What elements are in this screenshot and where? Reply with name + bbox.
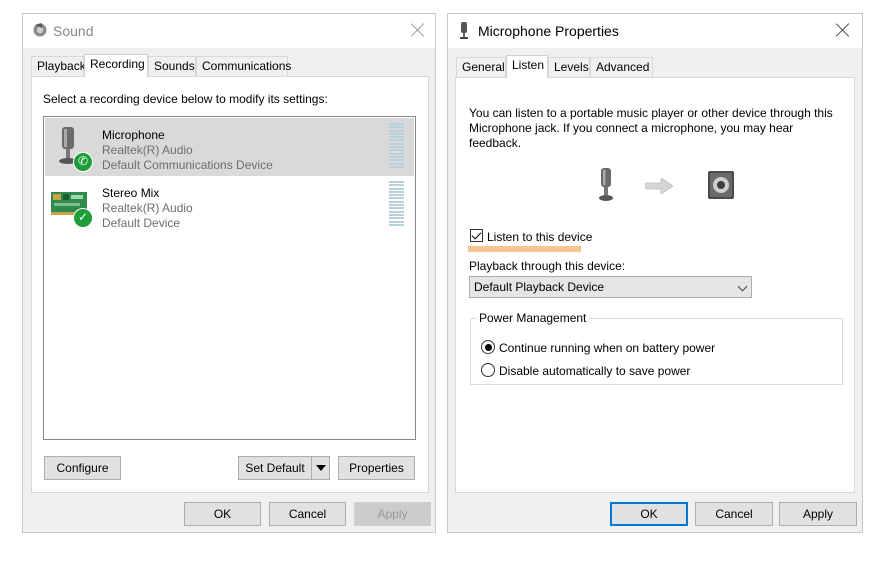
apply-button: Apply	[354, 502, 431, 526]
tab-levels[interactable]: Levels	[548, 57, 590, 77]
speaker-icon	[708, 171, 734, 199]
listen-panel: You can listen to a portable music playe…	[455, 77, 855, 493]
sound-window: Sound Playback Recording Sounds Communic…	[22, 13, 436, 533]
playback-selected-value: Default Playback Device	[474, 280, 605, 294]
set-default-button[interactable]: Set Default	[238, 456, 312, 480]
configure-button[interactable]: Configure	[44, 456, 121, 480]
device-name: Microphone	[102, 128, 165, 142]
sound-close-button[interactable]	[406, 18, 430, 42]
highlight-underline	[468, 246, 581, 252]
chevron-down-icon	[737, 281, 748, 292]
playback-label: Playback through this device:	[469, 259, 626, 273]
device-driver: Realtek(R) Audio	[102, 201, 193, 215]
power-management-group: Power Management Continue running when o…	[470, 311, 843, 385]
tab-playback[interactable]: Playback	[31, 56, 86, 76]
list-item-microphone[interactable]: ✆ Microphone Realtek(R) Audio Default Co…	[45, 118, 414, 176]
level-meter	[389, 123, 404, 169]
disable-automatically-radio[interactable]	[481, 363, 495, 377]
level-meter	[389, 181, 404, 227]
apply-button[interactable]: Apply	[779, 502, 857, 526]
mic-close-button[interactable]	[831, 18, 855, 42]
cancel-button[interactable]: Cancel	[695, 502, 773, 526]
playback-device-select[interactable]: Default Playback Device	[469, 276, 752, 298]
recording-device-list[interactable]: ✆ Microphone Realtek(R) Audio Default Co…	[43, 116, 416, 440]
tab-advanced[interactable]: Advanced	[590, 57, 653, 77]
list-item-stereo-mix[interactable]: ✓ Stereo Mix Realtek(R) Audio Default De…	[45, 176, 414, 234]
checkmark-icon: ✓	[73, 208, 93, 228]
continue-running-label[interactable]: Continue running when on battery power	[499, 341, 715, 355]
arrow-right-icon	[645, 178, 673, 194]
device-name: Stereo Mix	[102, 186, 160, 200]
device-driver: Realtek(R) Audio	[102, 143, 193, 157]
listen-checkbox-label[interactable]: Listen to this device	[487, 230, 592, 244]
microphone-icon	[599, 168, 613, 201]
speaker-icon	[33, 23, 47, 37]
listen-checkbox[interactable]	[470, 229, 483, 242]
tab-sounds[interactable]: Sounds	[148, 56, 196, 76]
ok-button[interactable]: OK	[610, 502, 688, 526]
phone-icon: ✆	[73, 152, 93, 172]
properties-button[interactable]: Properties	[338, 456, 415, 480]
ok-button[interactable]: OK	[184, 502, 261, 526]
set-default-dropdown-button[interactable]	[311, 456, 330, 480]
tab-communications[interactable]: Communications	[196, 56, 291, 76]
mic-titlebar: Microphone Properties	[448, 14, 862, 48]
power-group-title: Power Management	[476, 311, 590, 325]
sound-titlebar: Sound	[23, 14, 435, 48]
device-status: Default Communications Device	[102, 158, 273, 172]
tab-listen[interactable]: Listen	[506, 55, 548, 78]
microphone-icon	[460, 22, 468, 39]
mic-window-title: Microphone Properties	[478, 23, 619, 39]
tab-general[interactable]: General	[456, 57, 506, 77]
tab-recording[interactable]: Recording	[84, 54, 148, 77]
dropdown-arrow-icon	[316, 465, 326, 471]
cancel-button[interactable]: Cancel	[269, 502, 346, 526]
continue-running-radio[interactable]	[481, 340, 495, 354]
listen-description: You can listen to a portable music playe…	[469, 106, 833, 150]
microphone-properties-window: Microphone Properties General Listen Lev…	[447, 13, 863, 533]
instruction-text: Select a recording device below to modif…	[43, 92, 328, 106]
sound-window-title: Sound	[53, 23, 94, 39]
device-status: Default Device	[102, 216, 181, 230]
disable-automatically-label[interactable]: Disable automatically to save power	[499, 364, 690, 378]
